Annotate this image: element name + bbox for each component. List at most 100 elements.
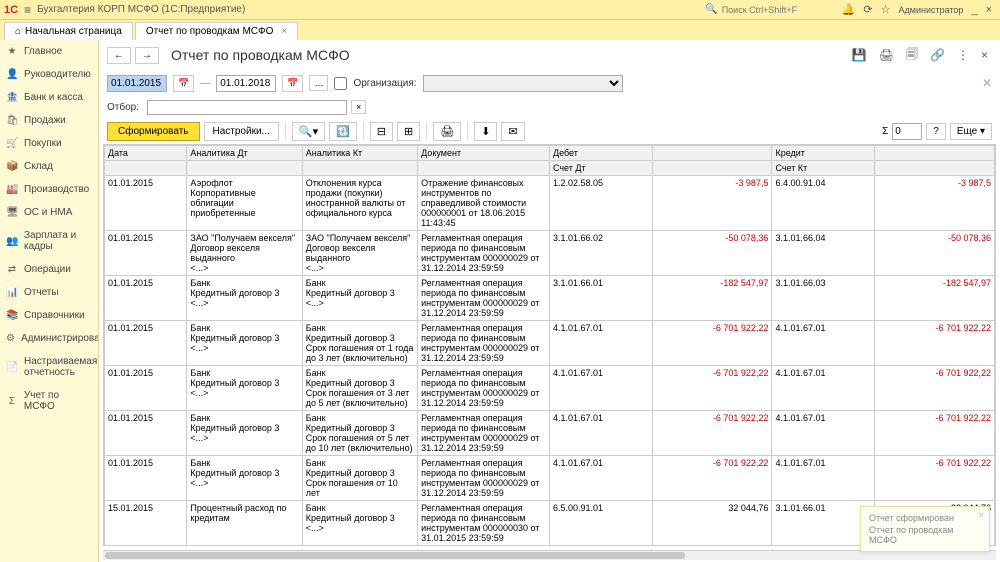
print-icon[interactable]: 🖨 bbox=[879, 48, 894, 62]
period-menu-button[interactable]: … bbox=[309, 75, 328, 91]
generate-button[interactable]: Сформировать bbox=[107, 122, 200, 141]
print-button[interactable]: 🖨 bbox=[433, 122, 461, 141]
sidebar-item-7[interactable]: 🖥ОС и НМА bbox=[0, 201, 98, 224]
col-subheader[interactable] bbox=[418, 161, 550, 176]
col-subheader[interactable] bbox=[105, 161, 187, 176]
table-row[interactable]: 01.01.2015БанкКредитный договор 3<...>Ба… bbox=[105, 321, 995, 366]
cell: -6 701 922,22 bbox=[652, 456, 771, 501]
cell: -6 701 922,22 bbox=[875, 321, 995, 366]
date-dash: — bbox=[200, 78, 210, 89]
table-row[interactable]: 01.01.2015БанкКредитный договор 3<...>Ба… bbox=[105, 276, 995, 321]
col-subheader[interactable] bbox=[302, 161, 417, 176]
cell: -6 701 922,22 bbox=[875, 366, 995, 411]
col-subheader[interactable]: Счет Кт bbox=[772, 161, 875, 176]
sidebar-label: Банк и касса bbox=[24, 92, 83, 103]
col-header[interactable] bbox=[652, 146, 771, 161]
col-subheader[interactable] bbox=[875, 161, 995, 176]
sidebar-item-0[interactable]: ★Главное bbox=[0, 40, 98, 63]
sidebar-item-5[interactable]: 📦Склад bbox=[0, 155, 98, 178]
sidebar-item-4[interactable]: 🛒Покупки bbox=[0, 132, 98, 155]
sidebar-item-8[interactable]: 👥Зарплата и кадры bbox=[0, 224, 98, 258]
cell: 01.01.2015 bbox=[105, 456, 187, 501]
sidebar-item-12[interactable]: ⚙Администрирование bbox=[0, 327, 98, 350]
export-button[interactable]: ⬇ bbox=[474, 122, 497, 141]
sidebar-item-6[interactable]: 🏭Производство bbox=[0, 178, 98, 201]
tab-report[interactable]: Отчет по проводкам МСФО × bbox=[135, 22, 298, 40]
settings-button[interactable]: Настройки... bbox=[204, 122, 279, 141]
more-menu-icon[interactable]: ⋮ bbox=[957, 48, 969, 62]
cell: 4.1.01.67.01 bbox=[549, 366, 652, 411]
window-minimize-icon[interactable]: _ bbox=[971, 4, 977, 16]
clear-org-icon[interactable]: ✕ bbox=[982, 76, 992, 90]
col-header[interactable]: Документ bbox=[418, 146, 550, 161]
sidebar-item-1[interactable]: 👤Руководителю bbox=[0, 63, 98, 86]
user-label[interactable]: Администратор bbox=[899, 5, 964, 15]
more-button[interactable]: Еще ▾ bbox=[950, 123, 992, 140]
col-subheader[interactable] bbox=[187, 161, 302, 176]
table-row[interactable]: 01.01.2015БанкКредитный договор 3<...>Ба… bbox=[105, 366, 995, 411]
cell: 01.01.2015 bbox=[105, 276, 187, 321]
sidebar-item-9[interactable]: ⇄Операции bbox=[0, 258, 98, 281]
sidebar-item-13[interactable]: 📄Настраиваемая отчетность bbox=[0, 350, 98, 384]
col-header[interactable]: Аналитика Кт bbox=[302, 146, 417, 161]
content: ← → Отчет по проводкам МСФО 💾 🖨 🗐 🔗 ⋮ × … bbox=[99, 40, 1000, 562]
col-subheader[interactable]: Счет Дт bbox=[549, 161, 652, 176]
table-row[interactable]: 01.01.2015ЗАО "Получаем векселя"Договор … bbox=[105, 231, 995, 276]
sidebar-item-3[interactable]: 🛍Продажи bbox=[0, 109, 98, 132]
sigma-label: Σ bbox=[882, 126, 888, 137]
sidebar-item-11[interactable]: 📚Справочники bbox=[0, 304, 98, 327]
forward-button[interactable]: → bbox=[135, 47, 159, 64]
table-row[interactable]: 01.01.2015БанкКредитный договор 3<...>Ба… bbox=[105, 411, 995, 456]
cell: -6 701 922,22 bbox=[652, 366, 771, 411]
table-row[interactable]: 01.01.2015БанкКредитный договор 3<...>Ба… bbox=[105, 456, 995, 501]
calendar-from-button[interactable]: 📅 bbox=[173, 75, 194, 92]
back-button[interactable]: ← bbox=[107, 47, 131, 64]
send-icon[interactable]: 🗐 bbox=[906, 45, 918, 66]
org-select[interactable] bbox=[423, 75, 623, 92]
date-to-input[interactable] bbox=[216, 75, 276, 92]
sidebar-item-10[interactable]: 📊Отчеты bbox=[0, 281, 98, 304]
toast-close-icon[interactable]: × bbox=[979, 510, 984, 520]
filter-input[interactable] bbox=[147, 100, 347, 115]
col-header[interactable]: Дата bbox=[105, 146, 187, 161]
sidebar-item-14[interactable]: ΣУчет по МСФО bbox=[0, 384, 98, 418]
col-header[interactable]: Дебет bbox=[549, 146, 652, 161]
help-button[interactable]: ? bbox=[926, 123, 946, 140]
calendar-to-button[interactable]: 📅 bbox=[282, 75, 303, 92]
org-checkbox[interactable] bbox=[334, 77, 347, 90]
grid[interactable]: ДатаАналитика ДтАналитика КтДокументДебе… bbox=[103, 144, 996, 546]
close-report-icon[interactable]: × bbox=[981, 48, 988, 62]
sigma-input[interactable] bbox=[892, 123, 922, 140]
sidebar-label: Зарплата и кадры bbox=[24, 230, 92, 252]
tab-close-icon[interactable]: × bbox=[281, 26, 287, 37]
search-input[interactable] bbox=[718, 4, 838, 16]
col-header[interactable] bbox=[875, 146, 995, 161]
sidebar-icon: 👤 bbox=[6, 69, 18, 80]
date-from-input[interactable] bbox=[107, 75, 167, 92]
bell-icon[interactable]: 🔔 bbox=[842, 3, 856, 16]
star-icon[interactable]: ☆ bbox=[881, 3, 891, 16]
menu-icon[interactable]: ≡ bbox=[24, 3, 31, 17]
save-icon[interactable]: 💾 bbox=[852, 48, 867, 62]
cell: Регламентная операция периода по финансо… bbox=[418, 231, 550, 276]
col-subheader[interactable] bbox=[652, 161, 771, 176]
filter-button[interactable]: 🔃 bbox=[329, 122, 357, 141]
cell: 3.1.01.66.02 bbox=[549, 231, 652, 276]
tab-home[interactable]: ⌂ Начальная страница bbox=[4, 22, 133, 40]
window-close-icon[interactable]: × bbox=[986, 4, 992, 16]
mail-button[interactable]: ✉ bbox=[501, 122, 524, 141]
sidebar-item-2[interactable]: 🏦Банк и касса bbox=[0, 86, 98, 109]
col-header[interactable]: Кредит bbox=[772, 146, 875, 161]
expand-button[interactable]: ⊞ bbox=[397, 122, 420, 141]
cell: 6.4.00.91.04 bbox=[772, 176, 875, 231]
table-row[interactable]: 01.01.2015АэрофлотКорпоративные облигаци… bbox=[105, 176, 995, 231]
find-button[interactable]: 🔍▾ bbox=[292, 122, 325, 141]
sidebar-icon: 🖥 bbox=[6, 207, 18, 218]
link-icon[interactable]: 🔗 bbox=[930, 48, 945, 62]
cell: Процентный расход по кредитам bbox=[187, 501, 302, 546]
collapse-button[interactable]: ⊟ bbox=[370, 122, 393, 141]
filter-clear-button[interactable]: × bbox=[351, 100, 366, 114]
col-header[interactable]: Аналитика Дт bbox=[187, 146, 302, 161]
history-icon[interactable]: ⟳ bbox=[863, 3, 872, 16]
cell: ЗАО "Получаем векселя"Договор векселя вы… bbox=[187, 231, 302, 276]
